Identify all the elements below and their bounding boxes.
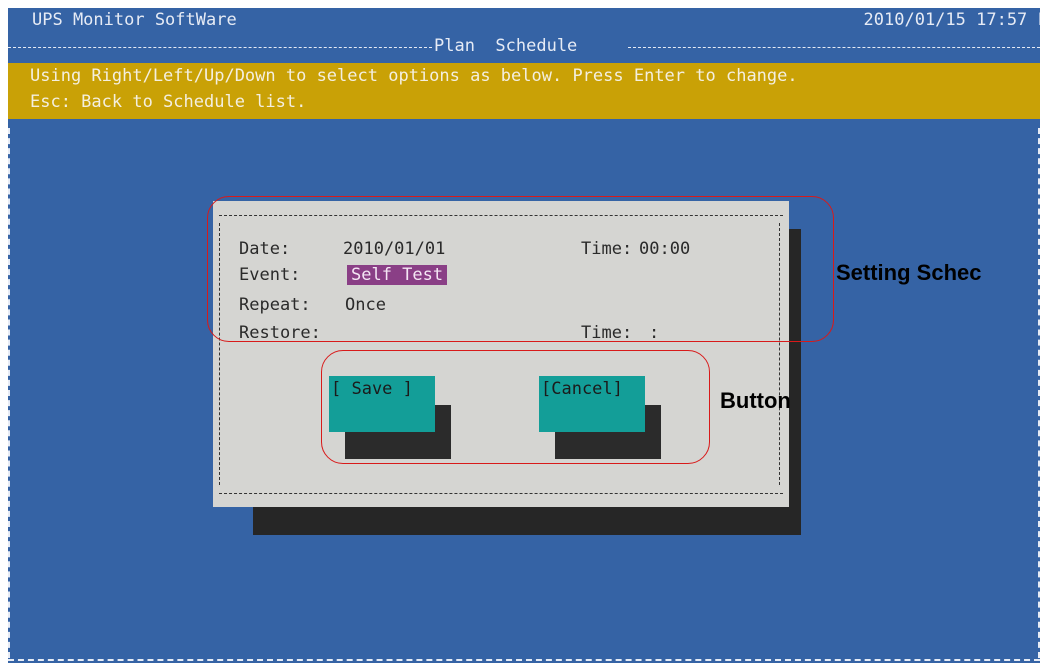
help-bar: Using Right/Left/Up/Down to select optio… [8, 63, 1040, 119]
button-highlight-ring [321, 350, 710, 464]
settings-annotation: Setting Schec [836, 260, 982, 285]
bottom-border [8, 659, 1040, 661]
left-border [8, 128, 10, 658]
dialog-bottom-border [219, 493, 783, 494]
app-title: UPS Monitor SoftWare [32, 10, 237, 30]
settings-highlight-ring [207, 196, 834, 342]
help-line-2: Esc: Back to Schedule list. [30, 92, 307, 112]
section-header: Plan Schedule [8, 36, 1040, 58]
help-line-1: Using Right/Left/Up/Down to select optio… [30, 66, 798, 86]
dashed-divider [628, 47, 1040, 48]
dashed-divider [8, 47, 432, 48]
datetime-display: 2010/01/15 17:57 Fr [863, 10, 1040, 30]
title-bar: UPS Monitor SoftWare 2010/01/15 17:57 Fr [8, 8, 1040, 34]
section-title: Plan Schedule [434, 36, 578, 56]
terminal-screen: UPS Monitor SoftWare 2010/01/15 17:57 Fr… [8, 8, 1040, 663]
button-annotation: Button [720, 388, 791, 413]
